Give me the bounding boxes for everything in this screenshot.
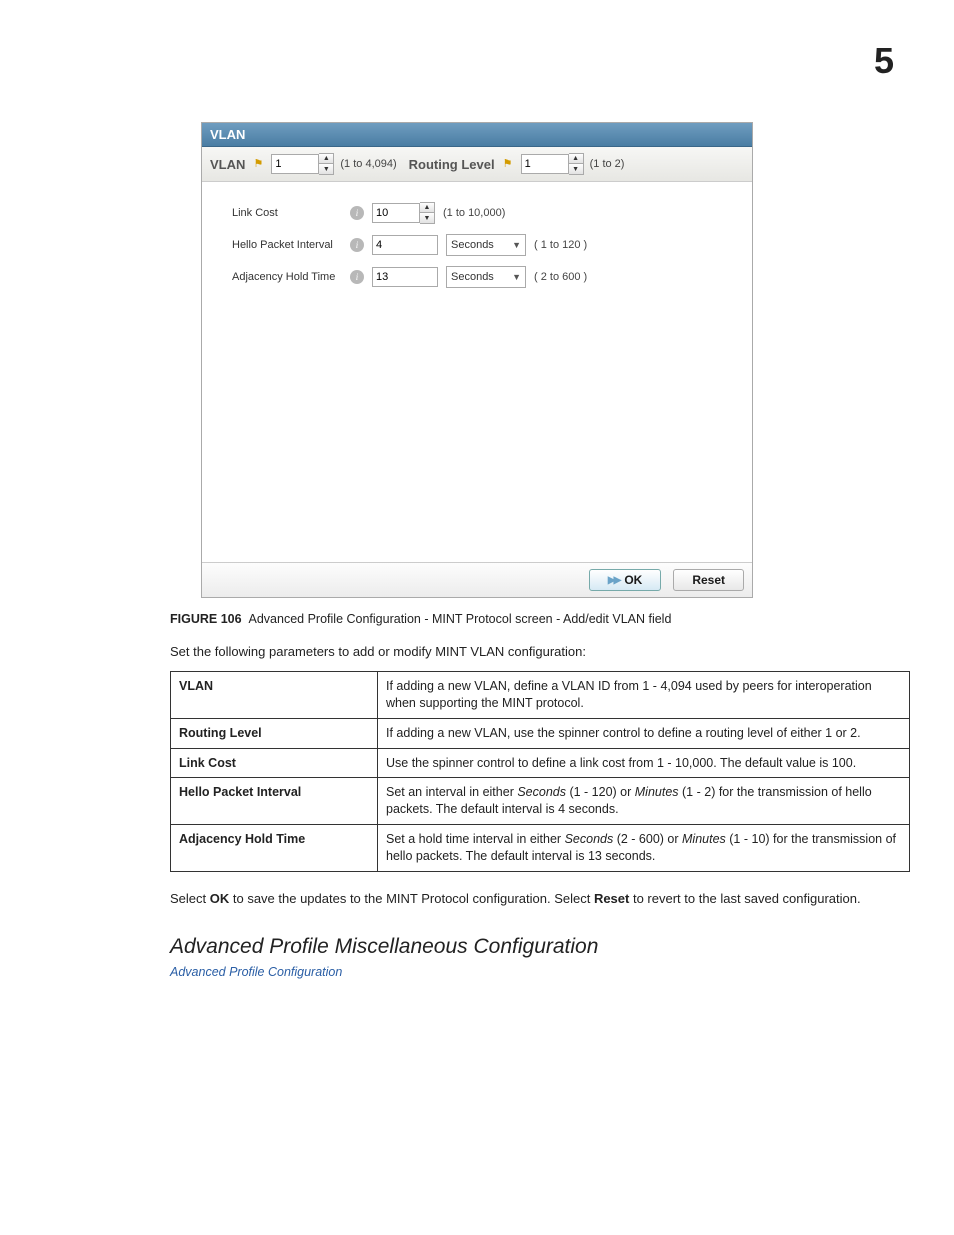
- flag-icon[interactable]: ⚑: [251, 157, 265, 171]
- adjacency-hold-row: Adjacency Hold Time i Seconds ▼ ( 2 to 6…: [232, 266, 722, 288]
- chevron-down-icon: ▼: [512, 240, 521, 250]
- param-name: Link Cost: [171, 748, 378, 778]
- table-row: Link Cost Use the spinner control to def…: [171, 748, 910, 778]
- vlan-stepper[interactable]: ▲ ▼: [271, 153, 334, 175]
- link-cost-label: Link Cost: [232, 207, 342, 219]
- param-name: Hello Packet Interval: [171, 778, 378, 825]
- breadcrumb-link[interactable]: Advanced Profile Configuration: [170, 965, 894, 979]
- info-icon[interactable]: i: [350, 238, 364, 252]
- hello-interval-input[interactable]: [372, 235, 438, 255]
- adjacency-hold-label: Adjacency Hold Time: [232, 271, 342, 283]
- param-desc: Use the spinner control to define a link…: [378, 748, 910, 778]
- hello-interval-unit: Seconds: [451, 239, 494, 251]
- panel-title: VLAN: [202, 123, 752, 147]
- flag-icon[interactable]: ⚑: [501, 157, 515, 171]
- vlan-field-label: VLAN: [210, 157, 245, 172]
- vlan-panel: VLAN VLAN ⚑ ▲ ▼ (1 to 4,094) Routing Lev…: [201, 122, 753, 598]
- panel-footer: ▶▶ OK Reset: [202, 562, 752, 597]
- routing-step-up[interactable]: ▲: [569, 154, 583, 164]
- figure-caption: FIGURE 106 Advanced Profile Configuratio…: [170, 612, 894, 626]
- hello-interval-range: ( 1 to 120 ): [534, 239, 587, 251]
- param-desc: Set an interval in either Seconds (1 - 1…: [378, 778, 910, 825]
- adjacency-hold-input[interactable]: [372, 267, 438, 287]
- param-desc: If adding a new VLAN, define a VLAN ID f…: [378, 671, 910, 718]
- param-name: VLAN: [171, 671, 378, 718]
- table-row: VLAN If adding a new VLAN, define a VLAN…: [171, 671, 910, 718]
- chapter-number: 5: [60, 40, 894, 82]
- link-cost-row: Link Cost i ▲ ▼ (1 to 10,000): [232, 202, 722, 224]
- section-heading: Advanced Profile Miscellaneous Configura…: [170, 935, 894, 959]
- figure-label: FIGURE 106: [170, 612, 242, 626]
- param-name: Adjacency Hold Time: [171, 825, 378, 872]
- figure-caption-text: Advanced Profile Configuration - MINT Pr…: [249, 612, 672, 626]
- link-cost-input[interactable]: [372, 203, 420, 223]
- routing-level-input[interactable]: [521, 154, 569, 174]
- table-row: Hello Packet Interval Set an interval in…: [171, 778, 910, 825]
- adjacency-hold-unit: Seconds: [451, 271, 494, 283]
- table-row: Adjacency Hold Time Set a hold time inte…: [171, 825, 910, 872]
- ok-button[interactable]: ▶▶ OK: [589, 569, 661, 591]
- ok-button-label: OK: [624, 573, 642, 587]
- param-name: Routing Level: [171, 718, 378, 748]
- adjacency-hold-unit-select[interactable]: Seconds ▼: [446, 266, 526, 288]
- vlan-range-hint: (1 to 4,094): [340, 158, 396, 170]
- routing-level-stepper[interactable]: ▲ ▼: [521, 153, 584, 175]
- routing-step-down[interactable]: ▼: [569, 164, 583, 174]
- link-cost-stepper[interactable]: ▲ ▼: [372, 202, 435, 224]
- info-icon[interactable]: i: [350, 206, 364, 220]
- vlan-input[interactable]: [271, 154, 319, 174]
- hello-interval-label: Hello Packet Interval: [232, 239, 342, 251]
- panel-top-row: VLAN ⚑ ▲ ▼ (1 to 4,094) Routing Level ⚑ …: [202, 147, 752, 182]
- hello-interval-unit-select[interactable]: Seconds ▼: [446, 234, 526, 256]
- adjacency-hold-range: ( 2 to 600 ): [534, 271, 587, 283]
- routing-level-label: Routing Level: [409, 157, 495, 172]
- param-desc: If adding a new VLAN, use the spinner co…: [378, 718, 910, 748]
- reset-button-label: Reset: [692, 573, 725, 587]
- routing-range-hint: (1 to 2): [590, 158, 625, 170]
- chevron-down-icon: ▼: [512, 272, 521, 282]
- fastforward-icon: ▶▶: [608, 575, 619, 586]
- link-cost-range: (1 to 10,000): [443, 207, 505, 219]
- intro-paragraph: Set the following parameters to add or m…: [170, 644, 894, 661]
- hello-interval-row: Hello Packet Interval i Seconds ▼ ( 1 to…: [232, 234, 722, 256]
- table-row: Routing Level If adding a new VLAN, use …: [171, 718, 910, 748]
- panel-body: Link Cost i ▲ ▼ (1 to 10,000) Hello Pack…: [202, 182, 752, 562]
- info-icon[interactable]: i: [350, 270, 364, 284]
- vlan-step-up[interactable]: ▲: [319, 154, 333, 164]
- link-cost-step-up[interactable]: ▲: [420, 203, 434, 213]
- vlan-step-down[interactable]: ▼: [319, 164, 333, 174]
- closing-paragraph: Select OK to save the updates to the MIN…: [170, 890, 894, 908]
- link-cost-step-down[interactable]: ▼: [420, 213, 434, 223]
- param-desc: Set a hold time interval in either Secon…: [378, 825, 910, 872]
- reset-button[interactable]: Reset: [673, 569, 744, 591]
- parameters-table: VLAN If adding a new VLAN, define a VLAN…: [170, 671, 910, 872]
